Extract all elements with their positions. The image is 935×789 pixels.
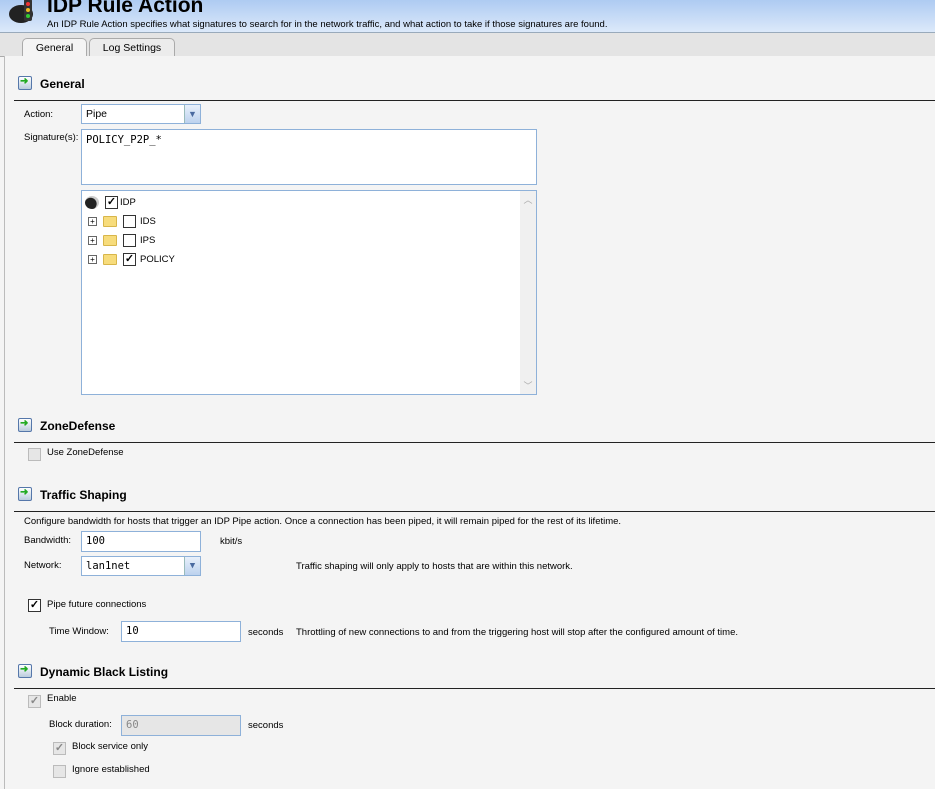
signatures-textarea[interactable]: POLICY_P2P_* — [81, 129, 537, 185]
expand-icon[interactable]: + — [88, 255, 97, 264]
block-duration-input[interactable]: 60 — [121, 715, 241, 736]
folder-icon — [103, 254, 117, 265]
pipe-future-label: Pipe future connections — [47, 599, 147, 610]
signatures-label: Signature(s): — [24, 132, 79, 143]
block-service-checkbox[interactable]: ✓ — [53, 742, 66, 755]
bandwidth-unit: kbit/s — [220, 536, 243, 547]
ignore-established-checkbox[interactable] — [53, 765, 66, 778]
divider — [14, 442, 935, 443]
section-heading-dynamic-black-listing: Dynamic Black Listing — [40, 665, 169, 679]
page-header: IDP Rule Action An IDP Rule Action speci… — [0, 0, 935, 33]
tree-label-policy: POLICY — [140, 254, 175, 265]
scroll-up-icon[interactable]: ︿ — [520, 193, 536, 206]
idp-root-icon — [85, 196, 99, 209]
bandwidth-input[interactable]: 100 — [81, 531, 201, 552]
tree-scrollbar[interactable]: ︿ ﹀ — [520, 191, 536, 394]
traffic-description: Configure bandwidth for hosts that trigg… — [24, 516, 622, 527]
network-select[interactable]: lan1net ▼ — [81, 556, 201, 576]
pipe-future-checkbox[interactable]: ✓ — [28, 599, 41, 612]
expand-icon[interactable]: + — [88, 236, 97, 245]
action-label: Action: — [24, 109, 54, 120]
network-note: Traffic shaping will only apply to hosts… — [296, 561, 573, 572]
block-duration-label: Block duration: — [49, 719, 112, 730]
tree-checkbox-ips[interactable] — [123, 234, 136, 247]
chevron-down-icon[interactable]: ▼ — [184, 557, 200, 575]
tab-log-settings[interactable]: Log Settings — [89, 38, 175, 57]
section-heading-general: General — [40, 77, 85, 91]
action-select[interactable]: Pipe ▼ — [81, 104, 201, 124]
idp-logo-icon — [9, 0, 33, 23]
tab-bar: General Log Settings — [0, 33, 935, 58]
tree-label-idp: IDP — [120, 197, 136, 208]
use-zonedefense-label: Use ZoneDefense — [47, 447, 124, 458]
tree-checkbox-ids[interactable] — [123, 215, 136, 228]
signature-tree[interactable]: ✓ IDP + IDS + IPS + ✓ POLICY ︿ ﹀ — [81, 190, 537, 395]
tree-label-ids: IDS — [140, 216, 156, 227]
ignore-established-label: Ignore established — [72, 764, 150, 775]
tab-general[interactable]: General — [22, 38, 87, 58]
section-arrow-icon — [18, 76, 32, 90]
section-heading-traffic-shaping: Traffic Shaping — [40, 488, 127, 502]
chevron-down-icon[interactable]: ▼ — [184, 105, 200, 123]
section-arrow-icon — [18, 664, 32, 678]
tree-checkbox-idp[interactable]: ✓ — [105, 196, 118, 209]
folder-icon — [103, 235, 117, 246]
time-window-input[interactable]: 10 — [121, 621, 241, 642]
scroll-down-icon[interactable]: ﹀ — [520, 379, 536, 392]
tree-checkbox-policy[interactable]: ✓ — [123, 253, 136, 266]
block-service-label: Block service only — [72, 741, 149, 752]
time-window-note: Throttling of new connections to and fro… — [296, 627, 738, 638]
network-label: Network: — [24, 560, 62, 571]
block-duration-unit: seconds — [248, 720, 284, 731]
section-arrow-icon — [18, 487, 32, 501]
page-title: IDP Rule Action — [47, 0, 204, 17]
network-value: lan1net — [86, 560, 131, 572]
section-arrow-icon — [18, 418, 32, 432]
bandwidth-label: Bandwidth: — [24, 535, 72, 546]
page-subtitle: An IDP Rule Action specifies what signat… — [47, 19, 608, 30]
enable-checkbox[interactable]: ✓ — [28, 695, 41, 708]
folder-icon — [103, 216, 117, 227]
divider — [14, 511, 935, 512]
divider — [14, 100, 935, 101]
section-heading-zonedefense: ZoneDefense — [40, 419, 116, 433]
divider — [14, 688, 935, 689]
expand-icon[interactable]: + — [88, 217, 97, 226]
time-window-unit: seconds — [248, 627, 284, 638]
enable-label: Enable — [47, 693, 77, 704]
action-value: Pipe — [86, 108, 108, 120]
use-zonedefense-checkbox[interactable] — [28, 448, 41, 461]
tree-label-ips: IPS — [140, 235, 156, 246]
time-window-label: Time Window: — [49, 626, 109, 637]
